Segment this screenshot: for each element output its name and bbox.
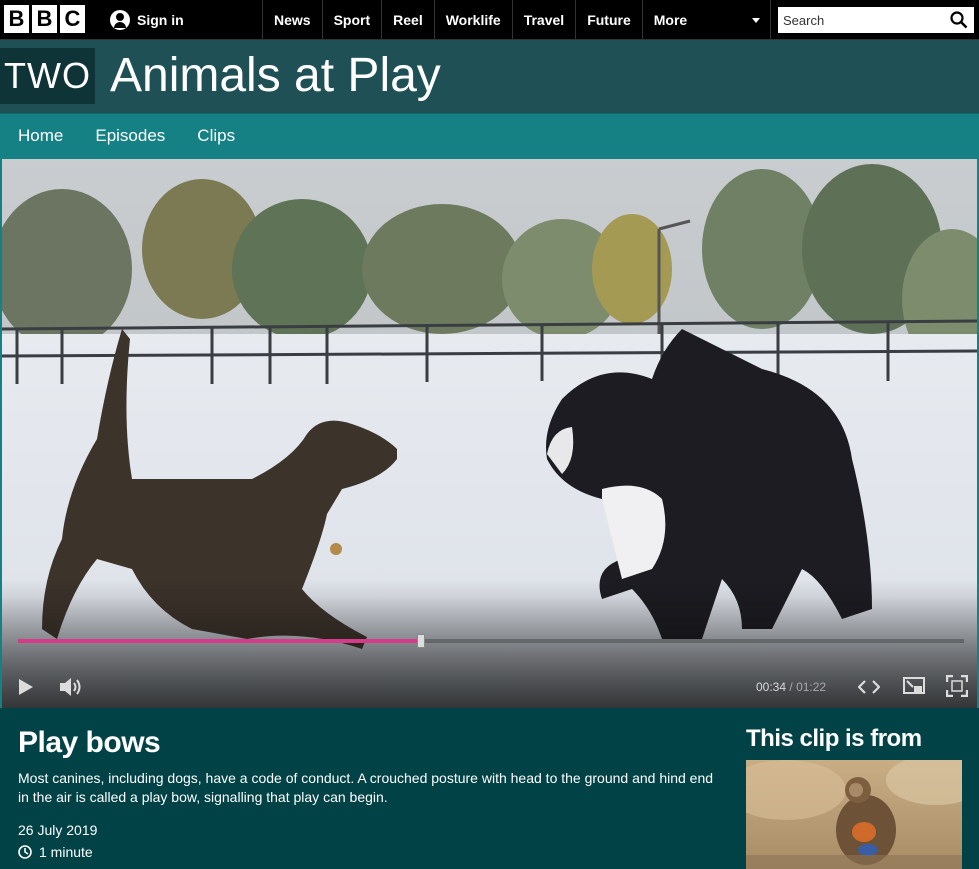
clock-icon: [18, 845, 32, 859]
bbc-top-bar: B B C Sign in News Sport Reel Worklife T…: [0, 0, 979, 40]
embed-icon[interactable]: [858, 678, 880, 696]
progress-bar[interactable]: [18, 634, 964, 648]
nav-news[interactable]: News: [262, 0, 322, 40]
nav-worklife[interactable]: Worklife: [433, 0, 512, 40]
bbc-logo-letter: B: [32, 5, 57, 33]
programme-nav: Home Episodes Clips: [0, 113, 979, 157]
clip-from-heading: This clip is from: [746, 725, 922, 752]
search-input[interactable]: [778, 7, 948, 33]
nav-divider: [769, 0, 771, 40]
clip-info: Play bows Most canines, including dogs, …: [0, 708, 979, 869]
search-icon[interactable]: [950, 11, 968, 29]
bbc-logo-letter: B: [4, 5, 29, 33]
nav-more-label: More: [653, 12, 688, 28]
monkey-image: [746, 760, 962, 869]
time-display: 00:34 / 01:22: [756, 680, 826, 694]
fullscreen-icon[interactable]: [946, 675, 968, 697]
bbc-two-logo[interactable]: TWO: [0, 48, 95, 104]
programme-thumbnail[interactable]: [746, 760, 962, 869]
video-frame: [2, 159, 977, 708]
clip-duration-label: 1 minute: [39, 844, 93, 860]
programme-title[interactable]: Animals at Play: [110, 48, 441, 104]
programme-header: TWO Animals at Play: [0, 40, 979, 113]
clip-description: Most canines, including dogs, have a cod…: [18, 770, 714, 805]
clip-date: 26 July 2019: [18, 822, 98, 838]
tab-clips[interactable]: Clips: [197, 126, 235, 146]
clip-duration: 1 minute: [18, 844, 93, 860]
progress-fill: [18, 639, 421, 643]
nav-travel[interactable]: Travel: [511, 0, 575, 40]
bbc-logo-letter: C: [60, 5, 85, 33]
sign-in-label: Sign in: [137, 12, 184, 28]
nav-reel[interactable]: Reel: [381, 0, 434, 40]
time-separator: /: [789, 680, 793, 694]
search-box: [778, 7, 974, 33]
clip-title: Play bows: [18, 726, 161, 759]
nav-more[interactable]: More: [641, 0, 770, 40]
video-player[interactable]: 00:34 / 01:22: [0, 157, 979, 708]
volume-icon[interactable]: [58, 676, 84, 698]
bbc-logo[interactable]: B B C: [4, 5, 85, 33]
sign-in-link[interactable]: Sign in: [110, 10, 184, 30]
current-time: 00:34: [756, 680, 787, 694]
tab-home[interactable]: Home: [18, 126, 63, 146]
total-duration: 01:22: [796, 680, 827, 694]
play-icon[interactable]: [16, 677, 36, 697]
account-icon: [110, 10, 130, 30]
picture-in-picture-icon[interactable]: [903, 676, 925, 696]
tab-episodes[interactable]: Episodes: [95, 126, 165, 146]
nav-sport[interactable]: Sport: [321, 0, 382, 40]
global-nav: News Sport Reel Worklife Travel Future M…: [262, 0, 771, 40]
chevron-down-icon: [751, 18, 760, 23]
progress-handle[interactable]: [416, 634, 425, 648]
nav-future[interactable]: Future: [575, 0, 642, 40]
